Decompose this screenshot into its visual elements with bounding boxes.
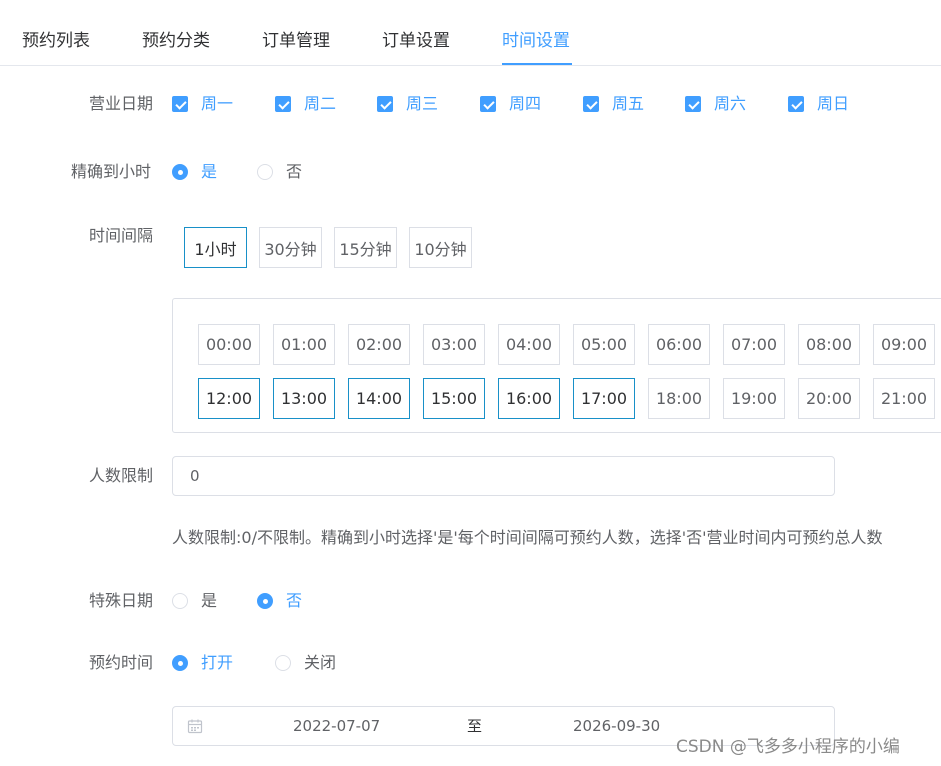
checkbox-friday[interactable]: 周五 [583, 95, 644, 113]
people-limit-hint: 人数限制:0/不限制。精确到小时选择'是'每个时间间隔可预约人数，选择'否'营业… [172, 528, 883, 547]
checkbox-saturday[interactable]: 周六 [685, 95, 746, 113]
checkbox-checked-icon [377, 96, 393, 112]
checkbox-checked-icon [583, 96, 599, 112]
tab-booking-list[interactable]: 预约列表 [22, 29, 90, 53]
radio-selected-icon [172, 164, 188, 180]
radio-label: 是 [201, 162, 218, 181]
time-slot-selected[interactable]: 13:00 [273, 378, 335, 419]
tab-booking-category[interactable]: 预约分类 [142, 29, 210, 53]
interval-label: 时间间隔 [89, 226, 154, 245]
radio-label: 是 [201, 591, 218, 610]
time-slot-selected[interactable]: 17:00 [573, 378, 635, 419]
checkbox-thursday[interactable]: 周四 [480, 95, 541, 113]
end-date-input[interactable]: 2026-09-30 [573, 716, 660, 736]
checkbox-label: 周一 [201, 94, 234, 113]
checkbox-label: 周六 [714, 94, 747, 113]
people-limit-input[interactable] [172, 456, 835, 496]
time-slot[interactable]: 00:00 [198, 324, 260, 365]
checkbox-checked-icon [685, 96, 701, 112]
radio-unselected-icon [172, 593, 188, 609]
date-range-separator: 至 [467, 717, 483, 735]
time-slot[interactable]: 02:00 [348, 324, 410, 365]
time-slot-selected[interactable]: 12:00 [198, 378, 260, 419]
business-days-label: 营业日期 [89, 94, 154, 113]
interval-30-min-button[interactable]: 30分钟 [259, 227, 322, 268]
time-slot-selected[interactable]: 14:00 [348, 378, 410, 419]
radio-special-date-no[interactable]: 否 [257, 591, 302, 611]
watermark: CSDN @飞多多小程序的小编 [676, 737, 900, 757]
interval-1-hour-button[interactable]: 1小时 [184, 227, 247, 268]
checkbox-sunday[interactable]: 周日 [788, 95, 849, 113]
time-slot[interactable]: 01:00 [273, 324, 335, 365]
checkbox-label: 周二 [304, 94, 337, 113]
checkbox-label: 周四 [509, 94, 542, 113]
radio-unselected-icon [275, 655, 291, 671]
checkbox-tuesday[interactable]: 周二 [275, 95, 336, 113]
tab-order-management[interactable]: 订单管理 [262, 29, 330, 53]
time-slot-selected[interactable]: 16:00 [498, 378, 560, 419]
checkbox-label: 周三 [406, 94, 439, 113]
checkbox-label: 周日 [817, 94, 850, 113]
time-slot[interactable]: 19:00 [723, 378, 785, 419]
time-slot[interactable]: 20:00 [798, 378, 860, 419]
radio-unselected-icon [257, 164, 273, 180]
radio-selected-icon [172, 655, 188, 671]
time-slot[interactable]: 09:00 [873, 324, 935, 365]
checkbox-checked-icon [788, 96, 804, 112]
time-slot[interactable]: 04:00 [498, 324, 560, 365]
time-slot-selected[interactable]: 15:00 [423, 378, 485, 419]
time-slot[interactable]: 21:00 [873, 378, 935, 419]
time-slot[interactable]: 05:00 [573, 324, 635, 365]
interval-10-min-button[interactable]: 10分钟 [409, 227, 472, 268]
radio-label: 否 [286, 591, 303, 610]
tab-bar: 预约列表 预约分类 订单管理 订单设置 时间设置 [0, 0, 941, 66]
radio-exact-hour-no[interactable]: 否 [257, 162, 302, 182]
time-slot[interactable]: 06:00 [648, 324, 710, 365]
tab-order-settings[interactable]: 订单设置 [382, 29, 450, 53]
checkbox-monday[interactable]: 周一 [172, 95, 233, 113]
time-slot[interactable]: 18:00 [648, 378, 710, 419]
checkbox-wednesday[interactable]: 周三 [377, 95, 438, 113]
checkbox-checked-icon [480, 96, 496, 112]
start-date-input[interactable]: 2022-07-07 [293, 716, 380, 736]
interval-15-min-button[interactable]: 15分钟 [334, 227, 397, 268]
booking-time-label: 预约时间 [89, 653, 154, 672]
radio-special-date-yes[interactable]: 是 [172, 591, 217, 611]
time-slot[interactable]: 03:00 [423, 324, 485, 365]
time-slot[interactable]: 07:00 [723, 324, 785, 365]
tab-time-settings[interactable]: 时间设置 [502, 29, 570, 53]
radio-exact-hour-yes[interactable]: 是 [172, 162, 217, 182]
radio-label: 打开 [201, 653, 234, 672]
time-slot[interactable]: 08:00 [798, 324, 860, 365]
checkbox-checked-icon [172, 96, 188, 112]
checkbox-label: 周五 [612, 94, 645, 113]
radio-booking-time-open[interactable]: 打开 [172, 653, 233, 673]
radio-booking-time-close[interactable]: 关闭 [275, 653, 336, 673]
checkbox-checked-icon [275, 96, 291, 112]
radio-selected-icon [257, 593, 273, 609]
special-date-label: 特殊日期 [89, 591, 154, 610]
radio-label: 否 [286, 162, 303, 181]
active-tab-indicator [502, 63, 572, 65]
time-slot-panel: 00:00 01:00 02:00 03:00 04:00 05:00 06:0… [172, 298, 941, 433]
people-limit-label: 人数限制 [89, 466, 154, 485]
radio-label: 关闭 [304, 653, 337, 672]
calendar-icon [187, 719, 203, 734]
exact-hour-label: 精确到小时 [71, 162, 152, 181]
